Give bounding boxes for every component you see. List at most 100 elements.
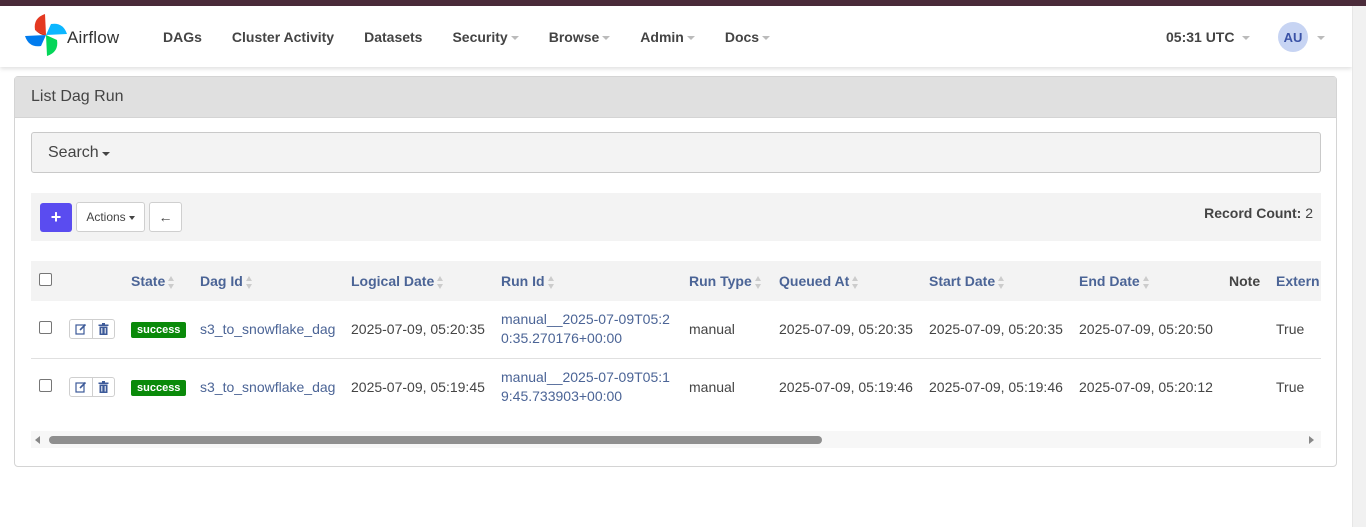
sort-icon — [852, 275, 859, 289]
nav-security-label: Security — [452, 28, 508, 45]
header-run-type[interactable]: Run Type — [689, 261, 779, 301]
logical-date-cell: 2025-07-09, 05:19:45 — [351, 378, 485, 395]
sort-icon — [245, 275, 253, 289]
status-badge: success — [131, 379, 187, 396]
select-all-checkbox[interactable] — [39, 273, 52, 286]
trash-icon[interactable] — [92, 320, 114, 339]
end-date-cell: 2025-07-09, 05:20:50 — [1079, 321, 1213, 338]
airflow-pinwheel-icon — [25, 14, 67, 56]
sort-icon — [547, 275, 555, 289]
header-note-label: Note — [1229, 273, 1261, 289]
scroll-right-icon[interactable] — [1309, 436, 1314, 444]
dag-id-link[interactable]: s3_to_snowflake_dag — [200, 301, 351, 358]
nav-docs-label: Docs — [724, 28, 760, 45]
actions-label: Actions — [86, 210, 126, 224]
header-dag-id[interactable]: Dag Id — [200, 261, 351, 301]
run-id-link[interactable]: manual__2025-07-09T05:19:45.733903+00:00 — [501, 358, 689, 415]
panel-title: List Dag Run — [15, 77, 1336, 118]
run-id-text: manual__2025-07-09T05:20:35.270176+00:00 — [501, 311, 670, 347]
trash-icon[interactable] — [92, 377, 114, 396]
dag-run-table: State Dag Id Logical Date Run Id Run Typ… — [31, 261, 1321, 415]
clock-label: 05:31 UTC — [1166, 28, 1235, 45]
nav-cluster-activity[interactable]: Cluster Activity — [217, 29, 349, 45]
row-checkbox[interactable] — [39, 321, 52, 335]
chevron-down-icon — [602, 35, 611, 40]
search-toggle[interactable]: Search — [31, 132, 1321, 173]
run-id-link[interactable]: manual__2025-07-09T05:20:35.270176+00:00 — [501, 301, 689, 358]
edit-icon[interactable] — [70, 378, 92, 396]
nav-security-dropdown[interactable]: Security — [437, 29, 533, 45]
nav-dags[interactable]: DAGs — [148, 29, 217, 45]
table-row: success s3_to_snowflake_dag 2025-07-09, … — [31, 358, 1321, 415]
row-checkbox[interactable] — [39, 378, 52, 392]
nav-browse-label: Browse — [548, 28, 600, 45]
chevron-down-icon — [1242, 35, 1251, 40]
chevron-down-icon — [510, 35, 519, 40]
header-run-id[interactable]: Run Id — [501, 261, 689, 301]
chevron-down-icon — [1317, 36, 1325, 40]
header-external[interactable]: Extern — [1276, 261, 1321, 301]
header-queued-at[interactable]: Queued At — [779, 261, 929, 301]
header-state-label: State — [131, 273, 166, 289]
queued-at-cell: 2025-07-09, 05:19:46 — [779, 378, 913, 395]
chevron-down-icon — [128, 216, 135, 220]
queued-at-cell: 2025-07-09, 05:20:35 — [779, 321, 913, 338]
chevron-down-icon — [762, 35, 771, 40]
record-count-label: Record Count: — [1204, 205, 1302, 221]
status-badge: success — [131, 322, 187, 339]
chevron-down-icon — [686, 35, 695, 40]
header-queued-at-label: Queued At — [779, 273, 850, 289]
header-dag-id-label: Dag Id — [200, 273, 243, 289]
external-cell: True — [1276, 321, 1305, 338]
back-button[interactable]: ← — [149, 202, 182, 232]
clock-dropdown[interactable]: 05:31 UTC — [1166, 28, 1251, 45]
header-end-date-label: End Date — [1079, 273, 1140, 289]
user-avatar[interactable]: AU — [1278, 22, 1308, 52]
search-label: Search — [48, 143, 99, 161]
external-cell: True — [1276, 378, 1305, 395]
actions-dropdown-button[interactable]: Actions — [76, 202, 145, 232]
header-state[interactable]: State — [131, 261, 200, 301]
table-header-row: State Dag Id Logical Date Run Id Run Typ… — [31, 261, 1321, 301]
nav-admin-dropdown[interactable]: Admin — [625, 29, 710, 45]
run-id-text: manual__2025-07-09T05:19:45.733903+00:00 — [501, 368, 670, 404]
dag-id-link[interactable]: s3_to_snowflake_dag — [200, 358, 351, 415]
add-record-button[interactable]: + — [40, 203, 72, 232]
note-cell — [1229, 358, 1276, 415]
header-run-type-label: Run Type — [689, 273, 752, 289]
sort-icon — [1142, 275, 1150, 289]
nav-right: 05:31 UTC AU — [1166, 6, 1325, 67]
page-scrollbar[interactable] — [1352, 6, 1366, 527]
header-logical-date-label: Logical Date — [351, 273, 435, 289]
header-logical-date[interactable]: Logical Date — [351, 261, 501, 301]
header-start-date[interactable]: Start Date — [929, 261, 1079, 301]
row-action-buttons — [69, 319, 115, 340]
nav-browse-dropdown[interactable]: Browse — [534, 29, 626, 45]
header-end-date[interactable]: End Date — [1079, 261, 1229, 301]
start-date-cell: 2025-07-09, 05:20:35 — [929, 321, 1063, 338]
sort-icon — [754, 275, 762, 289]
scroll-left-icon[interactable] — [35, 436, 40, 444]
header-external-label: Extern — [1276, 273, 1320, 289]
nav-datasets[interactable]: Datasets — [349, 29, 437, 45]
sort-icon — [437, 275, 444, 289]
main-nav: DAGs Cluster Activity Datasets Security … — [148, 6, 785, 67]
end-date-cell: 2025-07-09, 05:20:12 — [1079, 378, 1213, 395]
record-count-value: 2 — [1305, 205, 1313, 221]
run-type-cell: manual — [689, 378, 735, 395]
edit-icon[interactable] — [70, 320, 92, 338]
header-run-id-label: Run Id — [501, 273, 545, 289]
nav-docs-dropdown[interactable]: Docs — [710, 29, 785, 45]
list-toolbar: + Actions ← Record Count: 2 — [31, 193, 1321, 241]
scrollbar-thumb[interactable] — [49, 436, 822, 444]
brand-link[interactable]: Airflow — [21, 9, 119, 61]
record-count: Record Count: 2 — [1204, 205, 1313, 221]
actions-column-header — [69, 261, 131, 301]
header-start-date-label: Start Date — [929, 273, 996, 289]
nav-datasets-label: Datasets — [364, 28, 423, 45]
chevron-down-icon — [101, 151, 110, 156]
dag-run-panel: List Dag Run Search + Actions ← Record C… — [14, 76, 1337, 467]
table-horizontal-scrollbar[interactable] — [31, 431, 1321, 448]
note-cell — [1229, 301, 1276, 358]
logical-date-cell: 2025-07-09, 05:20:35 — [351, 321, 485, 338]
